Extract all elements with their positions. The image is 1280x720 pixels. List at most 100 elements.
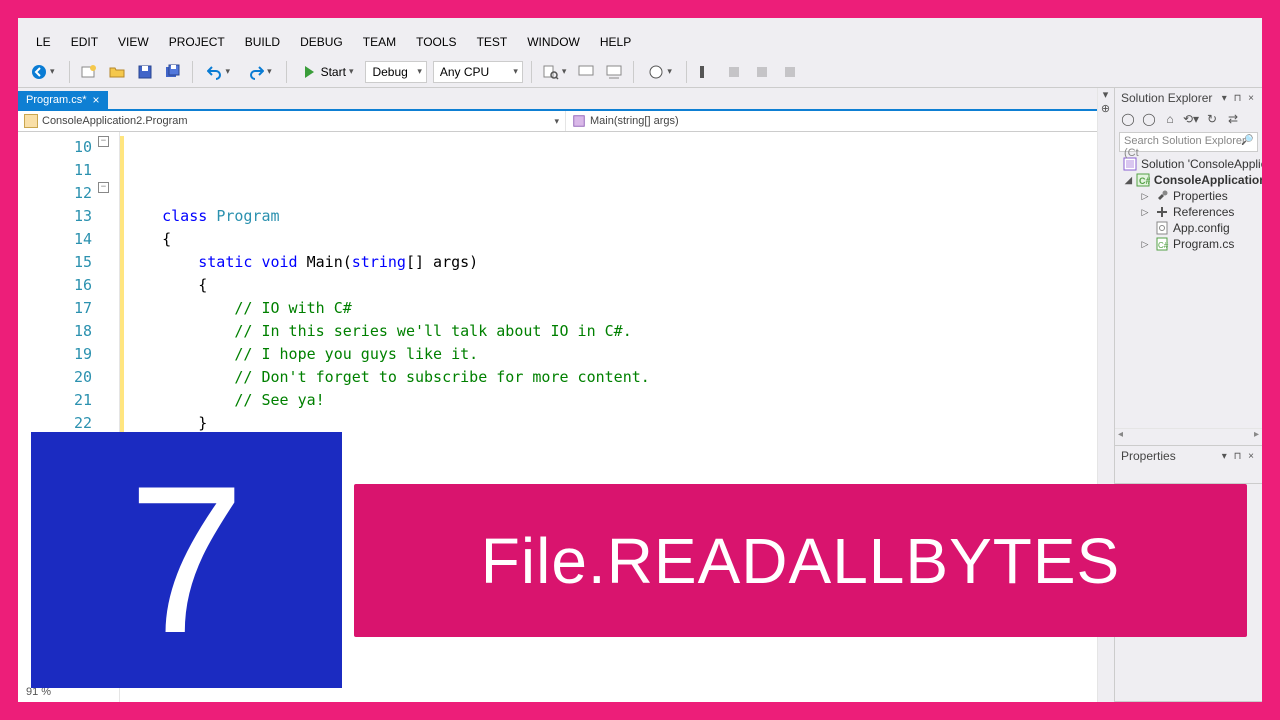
properties-header[interactable]: Properties ▾ ⊓ × — [1115, 446, 1262, 466]
class-icon — [24, 114, 38, 128]
csharp-file-icon: C# — [1155, 237, 1169, 251]
save-button[interactable] — [132, 61, 158, 83]
undo-button[interactable]: ▾ — [200, 61, 238, 83]
back-button[interactable]: ▾ — [24, 61, 62, 83]
fold-icon[interactable]: − — [98, 136, 109, 147]
fwd-icon[interactable]: ◯ — [1141, 111, 1157, 127]
csharp-project-icon: C# — [1136, 173, 1150, 187]
tab-label: Program.cs* — [26, 94, 87, 106]
new-project-button[interactable] — [76, 61, 102, 83]
solution-tree: Solution 'ConsoleApplicati ◢ C# ConsoleA… — [1115, 154, 1262, 428]
solution-explorer-header[interactable]: Solution Explorer ▾ ⊓ × — [1115, 88, 1262, 108]
menu-help[interactable]: HELP — [590, 32, 641, 52]
explorer-toolbar: ◯ ◯ ⌂ ⟲▾ ↻ ⇄ — [1115, 108, 1262, 130]
solution-icon — [1123, 157, 1137, 171]
open-button[interactable] — [104, 61, 130, 83]
nav-bar: ConsoleApplication2.Program Main(string[… — [18, 111, 1114, 132]
back-icon[interactable]: ◯ — [1120, 111, 1136, 127]
save-all-icon — [165, 64, 181, 80]
play-icon — [301, 64, 317, 80]
method-icon — [572, 114, 586, 128]
comment-icon — [578, 64, 594, 80]
close-icon[interactable]: × — [93, 94, 100, 106]
tree-references[interactable]: ▷ References — [1115, 204, 1262, 220]
uncomment-icon — [606, 64, 622, 80]
nav-member-combo[interactable]: Main(string[] args) — [566, 111, 1114, 131]
fold-icon[interactable]: − — [98, 182, 109, 193]
config-label: Debug — [372, 65, 407, 79]
svg-text:C#: C# — [1139, 176, 1150, 186]
save-all-button[interactable] — [160, 61, 186, 83]
references-icon — [1155, 205, 1169, 219]
start-button[interactable]: Start▾ — [294, 61, 361, 83]
tb-b2[interactable] — [601, 61, 627, 83]
node-label: Program.cs — [1173, 237, 1234, 251]
config-combo[interactable]: Debug — [365, 61, 426, 83]
panel-pins[interactable]: ▾ ⊓ × — [1222, 93, 1256, 104]
tree-programcs[interactable]: ▷ C# Program.cs — [1115, 236, 1262, 252]
tab-bar: Program.cs* × ▾ — [18, 88, 1114, 111]
config-icon — [1155, 221, 1169, 235]
solution-explorer-title: Solution Explorer — [1121, 91, 1212, 105]
find-in-files-button[interactable]: ▾ — [538, 61, 572, 83]
sync-icon[interactable]: ⟲▾ — [1183, 111, 1199, 127]
open-icon — [109, 64, 125, 80]
explorer-hscroll[interactable] — [1115, 428, 1262, 445]
back-icon — [31, 64, 47, 80]
menu-project[interactable]: PROJECT — [159, 32, 235, 52]
platform-combo[interactable]: Any CPU — [433, 61, 523, 83]
tb-b4[interactable] — [693, 61, 719, 83]
redo-icon — [248, 64, 264, 80]
overlay-title: File.READALLBYTES — [354, 484, 1247, 637]
start-label: Start — [321, 65, 346, 79]
menu-test[interactable]: TEST — [467, 32, 518, 52]
toolbar: ▾ ▾ ▾ Start▾ Debug Any CPU ▾ ▾ — [18, 56, 1262, 88]
pin-icon[interactable]: ⊕ — [1099, 102, 1112, 115]
undo-icon — [207, 64, 223, 80]
tb-b5[interactable] — [721, 61, 747, 83]
nav-type-combo[interactable]: ConsoleApplication2.Program — [18, 111, 566, 131]
tb-b3[interactable]: ▾ — [641, 61, 679, 83]
project-label: ConsoleApplication2 — [1154, 173, 1262, 187]
properties-title: Properties — [1121, 449, 1176, 463]
menu-window[interactable]: WINDOW — [517, 32, 590, 52]
nav-type-label: ConsoleApplication2.Program — [42, 115, 188, 127]
new-project-icon — [81, 64, 97, 80]
menu-view[interactable]: VIEW — [108, 32, 159, 52]
find-icon — [543, 64, 559, 80]
tree-project[interactable]: ◢ C# ConsoleApplication2 — [1115, 172, 1262, 188]
overlay-number: 7 — [31, 432, 342, 688]
split-icon[interactable]: ▾ — [1099, 88, 1112, 101]
save-icon — [137, 64, 153, 80]
menu-file[interactable]: LE — [26, 32, 61, 52]
collapse-icon[interactable]: ⇄ — [1225, 111, 1241, 127]
tree-properties[interactable]: ▷ Properties — [1115, 188, 1262, 204]
node-label: References — [1173, 205, 1234, 219]
node-label: App.config — [1173, 221, 1230, 235]
home-icon[interactable]: ⌂ — [1162, 111, 1178, 127]
menubar: LE EDIT VIEW PROJECT BUILD DEBUG TEAM TO… — [18, 28, 1262, 56]
svg-text:C#: C# — [1158, 241, 1169, 250]
platform-label: Any CPU — [440, 65, 489, 79]
menu-debug[interactable]: DEBUG — [290, 32, 353, 52]
browser-icon — [648, 64, 664, 80]
explorer-search[interactable]: Search Solution Explorer (Ct — [1119, 132, 1258, 152]
refresh-icon[interactable]: ↻ — [1204, 111, 1220, 127]
tab-program[interactable]: Program.cs* × — [18, 91, 108, 109]
tree-appconfig[interactable]: App.config — [1115, 220, 1262, 236]
solution-label: Solution 'ConsoleApplicati — [1141, 157, 1262, 171]
redo-button[interactable]: ▾ — [241, 61, 279, 83]
panel-pins[interactable]: ▾ ⊓ × — [1222, 451, 1256, 462]
tb-b7[interactable] — [777, 61, 803, 83]
titlebar — [18, 18, 1262, 28]
tb-b6[interactable] — [749, 61, 775, 83]
tb-b1[interactable] — [573, 61, 599, 83]
menu-team[interactable]: TEAM — [353, 32, 406, 52]
wrench-icon — [1155, 189, 1169, 203]
menu-edit[interactable]: EDIT — [61, 32, 108, 52]
menu-build[interactable]: BUILD — [235, 32, 290, 52]
step-icon — [698, 64, 714, 80]
menu-tools[interactable]: TOOLS — [406, 32, 466, 52]
node-label: Properties — [1173, 189, 1228, 203]
nav-member-label: Main(string[] args) — [590, 115, 679, 127]
